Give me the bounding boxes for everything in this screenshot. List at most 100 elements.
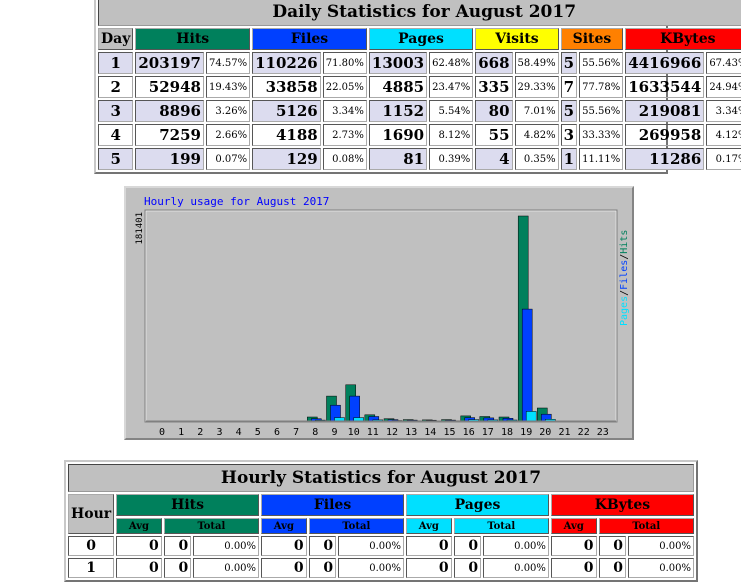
x-tick-label: 7 [293,427,299,438]
daily-statistics-table: Daily Statistics for August 2017 Day Hit… [96,0,741,172]
sub-header-kbytes-avg: Avg [551,518,597,534]
daily-sites-percent: 55.56% [579,52,623,74]
x-tick-label: 20 [539,427,551,438]
x-tick-label: 15 [443,427,455,438]
hourly-hits-total: 0 [164,536,191,556]
x-tick-label: 16 [463,427,475,438]
sub-header-files-total: Total [309,518,404,534]
daily-visits-value: 335 [475,76,512,98]
chart-legend: Pages/Files/Hits [619,230,630,326]
legend-pages: Pages [619,296,630,326]
daily-hits-percent: 74.57% [206,52,250,74]
daily-pages-percent: 5.54% [429,100,473,122]
daily-visits-value: 80 [475,100,512,122]
col-header-kbytes: KBytes [625,28,741,50]
daily-pages-value: 81 [369,148,427,170]
hourly-pages-percent: 0.00% [483,536,549,556]
hourly-kbytes-avg: 0 [551,536,597,556]
x-tick-label: 1 [178,427,184,438]
daily-sites-percent: 33.33% [579,124,623,146]
daily-row: 51990.07%1290.08%810.39%40.35%111.11%112… [98,148,741,170]
daily-hits-percent: 0.07% [206,148,250,170]
hourly-hits-avg: 0 [116,536,162,556]
daily-hits-percent: 19.43% [206,76,250,98]
sub-header-hits-avg: Avg [116,518,162,534]
col-header-hour: Hour [68,494,114,534]
hourly-row-hour: 0 [68,536,114,556]
daily-kbytes-percent: 4.12% [706,124,741,146]
col-header-hourly-kbytes: KBytes [551,494,694,516]
daily-kbytes-percent: 24.94% [706,76,741,98]
x-tick-label: 6 [274,427,280,438]
x-tick-label: 5 [255,427,261,438]
daily-sites-value: 5 [561,100,577,122]
hourly-kbytes-total: 0 [599,558,626,578]
hourly-kbytes-avg: 0 [551,558,597,578]
daily-hits-value: 199 [135,148,204,170]
chart-legend-text: Pages/Files/Hits [619,230,630,326]
x-tick-label: 18 [501,427,513,438]
x-tick-label: 2 [197,427,203,438]
daily-row: 388963.26%51263.34%11525.54%807.01%555.5… [98,100,741,122]
daily-pages-value: 1152 [369,100,427,122]
sub-header-pages-total: Total [454,518,549,534]
hourly-files-avg: 0 [261,558,307,578]
x-tick-label: 17 [482,427,494,438]
col-header-day: Day [98,28,133,50]
chart-x-labels: 01234567891011121314151617181920212223 [159,427,609,438]
hourly-kbytes-percent: 0.00% [628,558,694,578]
bar-files-hour-19 [522,309,532,421]
daily-visits-value: 55 [475,124,512,146]
legend-hits: Hits [619,230,630,254]
x-tick-label: 8 [312,427,318,438]
x-tick-label: 21 [558,427,570,438]
daily-sites-percent: 77.78% [579,76,623,98]
hourly-pages-total: 0 [454,536,481,556]
hourly-row-hour: 1 [68,558,114,578]
daily-pages-percent: 23.47% [429,76,473,98]
hourly-pages-avg: 0 [406,536,452,556]
sub-header-hits-total: Total [164,518,259,534]
col-header-pages: Pages [369,28,473,50]
daily-files-percent: 0.08% [323,148,367,170]
hourly-usage-chart: Hourly usage for August 2017 181401 Page… [124,186,634,440]
hourly-row: 0000.00%000.00%000.00%000.00% [68,536,694,556]
hourly-pages-total: 0 [454,558,481,578]
col-header-hourly-hits: Hits [116,494,259,516]
daily-visits-value: 668 [475,52,512,74]
daily-hits-value: 7259 [135,124,204,146]
daily-files-value: 4188 [252,124,321,146]
col-header-hourly-files: Files [261,494,404,516]
col-header-sites: Sites [561,28,624,50]
daily-row: 472592.66%41882.73%16908.12%554.82%333.3… [98,124,741,146]
x-tick-label: 3 [216,427,222,438]
sub-header-kbytes-total: Total [599,518,694,534]
hourly-pages-avg: 0 [406,558,452,578]
daily-row-day: 3 [98,100,133,122]
daily-files-value: 5126 [252,100,321,122]
daily-sites-value: 1 [561,148,577,170]
hourly-hits-avg: 0 [116,558,162,578]
chart-title: Hourly usage for August 2017 [144,195,329,208]
daily-row-day: 2 [98,76,133,98]
daily-kbytes-value: 4416966 [625,52,704,74]
hourly-row: 1000.00%000.00%000.00%000.00% [68,558,694,578]
col-header-files: Files [252,28,367,50]
hourly-statistics-title: Hourly Statistics for August 2017 [68,464,694,492]
daily-visits-value: 4 [475,148,512,170]
bar-pages-hour-19 [526,411,536,421]
daily-visits-percent: 58.49% [515,52,559,74]
hourly-files-percent: 0.00% [338,536,404,556]
daily-files-value: 129 [252,148,321,170]
col-header-hourly-pages: Pages [406,494,549,516]
daily-sites-percent: 11.11% [579,148,623,170]
x-tick-label: 9 [331,427,337,438]
daily-hits-value: 52948 [135,76,204,98]
sub-header-pages-avg: Avg [406,518,452,534]
hourly-pages-percent: 0.00% [483,558,549,578]
daily-statistics-panel: Daily Statistics for August 2017 Day Hit… [94,0,668,174]
hourly-hits-total: 0 [164,558,191,578]
hourly-files-total: 0 [309,536,336,556]
x-tick-label: 12 [386,427,398,438]
daily-hits-value: 8896 [135,100,204,122]
